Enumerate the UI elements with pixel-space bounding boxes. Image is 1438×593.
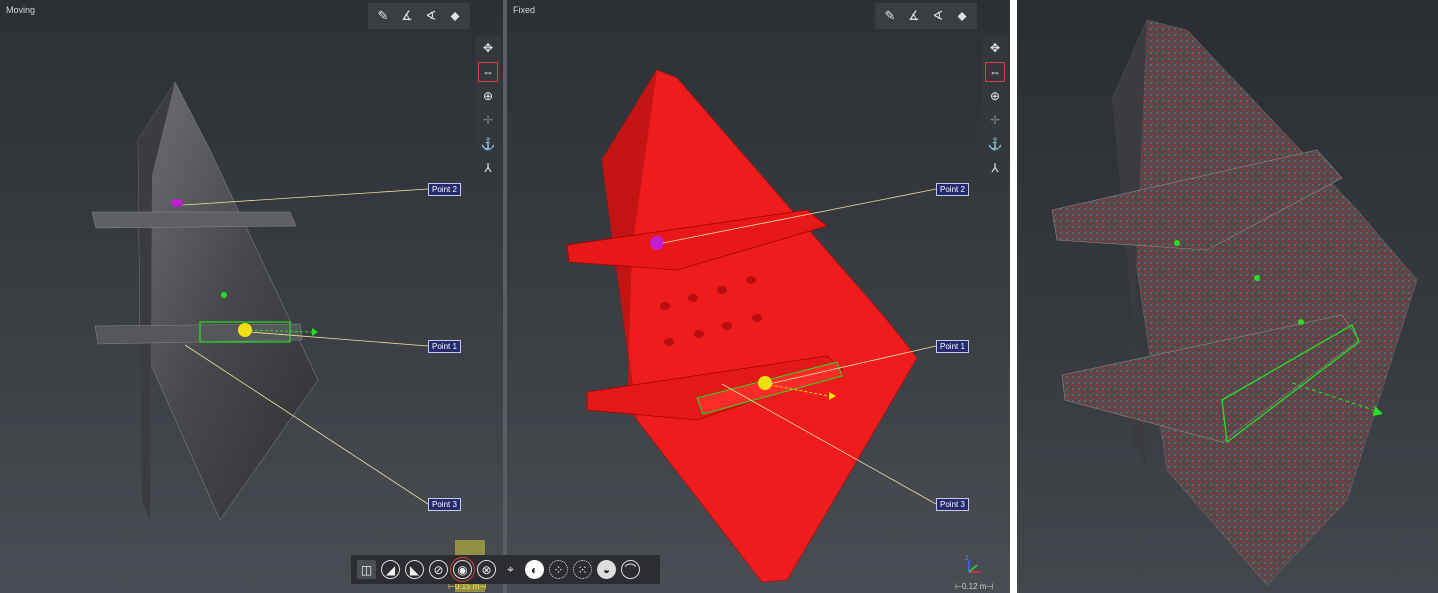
fixed-viewport[interactable]: Fixed ✎ ∡ ∢ ⬥ ✥ ⇔ ⊕ ✛ ⚓ ⅄ Point 2 Point … xyxy=(507,0,1010,593)
point-1-label[interactable]: Point 1 xyxy=(936,340,969,353)
result-viewport[interactable] xyxy=(1017,0,1438,593)
shade-left-icon[interactable]: ◢ xyxy=(381,560,400,579)
view-mode-toolbar: ◫ ◢ ◣ ⊘ ◉ ⊗ ⌖ ◐ ⁘ ⁙ ◒ ⌒ xyxy=(351,555,660,584)
clear-icon[interactable]: ⊗ xyxy=(477,560,496,579)
fixed-mesh-render[interactable] xyxy=(507,0,1010,593)
scatter-icon[interactable]: ⁙ xyxy=(573,560,592,579)
panel-divider xyxy=(1010,0,1017,593)
points-icon[interactable]: ⁘ xyxy=(549,560,568,579)
axis-label: Z xyxy=(965,556,969,562)
moving-viewport[interactable]: Moving ✎ ∡ ∢ ⬥ ✥ ⇔ ⊕ ✛ ⚓ ⅄ Point 2 Point… xyxy=(0,0,503,593)
point-target-icon[interactable]: ◉ xyxy=(450,557,475,582)
clip-icon[interactable]: ⊘ xyxy=(429,560,448,579)
point-3-label[interactable]: Point 3 xyxy=(428,498,461,511)
point-2-label[interactable]: Point 2 xyxy=(428,183,461,196)
crosshair-icon[interactable]: ⌖ xyxy=(501,560,520,579)
checker-icon[interactable]: ◐ xyxy=(525,560,544,579)
curve-icon[interactable]: ⌒ xyxy=(621,560,640,579)
point-3-label[interactable]: Point 3 xyxy=(936,498,969,511)
point-2-label[interactable]: Point 2 xyxy=(936,183,969,196)
shade-right-icon[interactable]: ◣ xyxy=(405,560,424,579)
axis-gizmo-icon: Z xyxy=(965,556,981,573)
sphere-icon[interactable]: ◒ xyxy=(597,560,616,579)
point-1-label[interactable]: Point 1 xyxy=(428,340,461,353)
split-view-icon[interactable]: ◫ xyxy=(357,560,376,579)
aligned-overlay-render[interactable] xyxy=(1017,0,1438,593)
scale-bar: ⊢0.12 m⊣ xyxy=(955,582,994,591)
